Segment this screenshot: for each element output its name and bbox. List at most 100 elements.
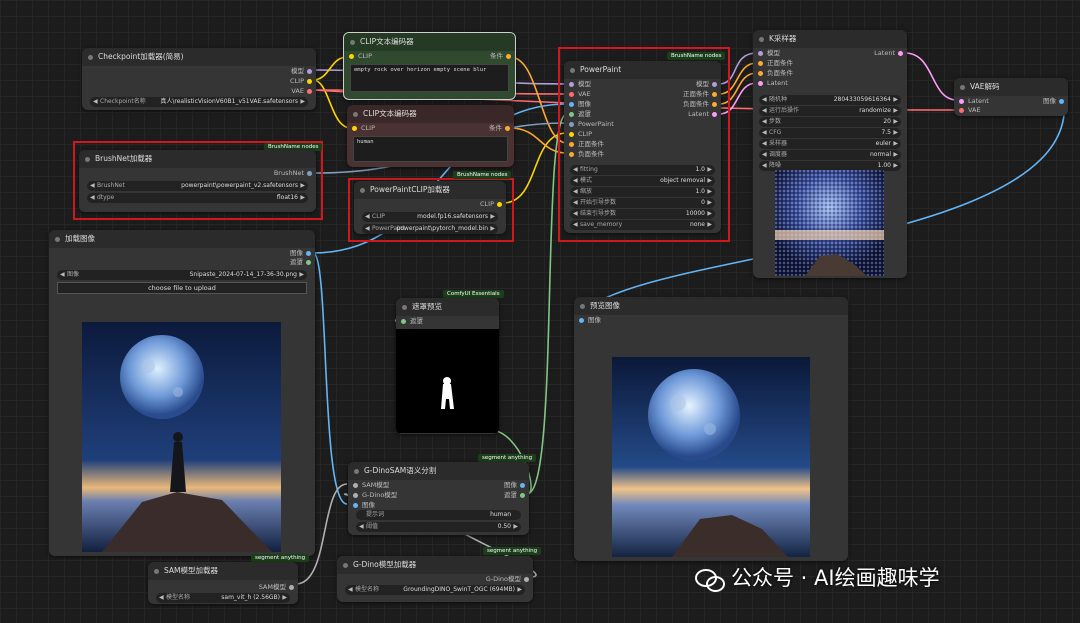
node-title[interactable]: 加载图像 (49, 230, 315, 248)
arrow-right-icon[interactable]: ▶ (893, 139, 898, 149)
socket-dot-icon[interactable] (520, 483, 525, 488)
collapse-dot-icon[interactable] (55, 237, 60, 242)
input-vae[interactable]: VAE (954, 105, 1068, 116)
arrow-left-icon[interactable]: ◀ (93, 97, 98, 107)
arrow-right-icon[interactable]: ▶ (300, 193, 305, 203)
output-3[interactable]: Latent (688, 109, 721, 120)
socket-dot-icon[interactable] (959, 99, 964, 104)
widget-缩放[interactable]: ◀ 缩放 1.0 ▶ (570, 187, 715, 197)
socket-dot-icon[interactable] (307, 69, 312, 74)
socket-dot-icon[interactable] (307, 79, 312, 84)
socket-dot-icon[interactable] (353, 483, 358, 488)
arrow-left-icon[interactable]: ◀ (60, 270, 65, 280)
sam-model-combo[interactable]: ◀ 模型名称 sam_vit_h (2.56GB) ▶ (156, 593, 290, 603)
arrow-left-icon[interactable]: ◀ (90, 193, 95, 203)
arrow-right-icon[interactable]: ▶ (513, 522, 518, 532)
arrow-right-icon[interactable]: ▶ (893, 95, 898, 105)
widget-模式[interactable]: ◀ 模式 object removal ▶ (570, 176, 715, 186)
arrow-right-icon[interactable]: ▶ (893, 150, 898, 160)
input-clip[interactable]: CLIP (344, 51, 372, 62)
arrow-right-icon[interactable]: ▶ (893, 161, 898, 171)
collapse-dot-icon[interactable] (759, 37, 764, 42)
arrow-right-icon[interactable]: ▶ (517, 585, 522, 595)
arrow-right-icon[interactable]: ▶ (490, 212, 495, 222)
arrow-right-icon[interactable]: ▶ (282, 593, 287, 603)
prompt-textarea[interactable]: empty rock over horizon empty scene blur (350, 64, 509, 92)
node-title[interactable]: 预览图像 (574, 297, 848, 315)
collapse-dot-icon[interactable] (360, 188, 365, 193)
collapse-dot-icon[interactable] (154, 569, 159, 574)
arrow-left-icon[interactable]: ◀ (359, 522, 364, 532)
socket-dot-icon[interactable] (579, 318, 584, 323)
prompt-textarea[interactable]: human (353, 136, 508, 162)
gdino-model-combo[interactable]: ◀ 模型名称 GroundingDINO_SwinT_OGC (694MB) ▶ (345, 585, 525, 595)
socket-dot-icon[interactable] (758, 71, 763, 76)
socket-dot-icon[interactable] (758, 51, 763, 56)
socket-dot-icon[interactable] (307, 171, 312, 176)
collapse-dot-icon[interactable] (354, 469, 359, 474)
sam-model-loader-node[interactable]: SAM模型加载器 SAM模型 ◀ 模型名称 sam_vit_h (2.56GB) ▶ (148, 562, 298, 604)
socket-dot-icon[interactable] (505, 126, 510, 131)
collapse-dot-icon[interactable] (580, 304, 585, 309)
socket-dot-icon[interactable] (898, 51, 903, 56)
arrow-left-icon[interactable]: ◀ (762, 150, 767, 160)
widget-步数[interactable]: ◀ 步数 20 ▶ (759, 117, 901, 127)
node-title[interactable]: PowerPaintCLIP加载器 (354, 181, 506, 199)
arrow-right-icon[interactable]: ▶ (299, 270, 304, 280)
clip-text-encode-positive-node[interactable]: CLIP文本编码器 CLIP 条件 empty rock over horizo… (343, 32, 516, 100)
collapse-dot-icon[interactable] (402, 305, 407, 310)
socket-dot-icon[interactable] (306, 260, 311, 265)
widget-结束引导步数[interactable]: ◀ 结束引导步数 10000 ▶ (570, 209, 715, 219)
node-title[interactable]: 遮罩预览 (396, 298, 499, 316)
arrow-left-icon[interactable]: ◀ (762, 106, 767, 116)
node-canvas[interactable]: Checkpoint加载器(简易) 模型 CLIP VAE ◀ Checkpoin… (0, 0, 1080, 623)
arrow-left-icon[interactable]: ◀ (762, 117, 767, 127)
output-mask[interactable]: 遮罩 (49, 257, 315, 268)
collapse-dot-icon[interactable] (350, 40, 355, 45)
output-conditioning[interactable]: 条件 (489, 123, 514, 134)
collapse-dot-icon[interactable] (353, 112, 358, 117)
node-title[interactable]: CLIP文本编码器 (344, 33, 515, 51)
socket-dot-icon[interactable] (524, 577, 529, 582)
socket-dot-icon[interactable] (758, 61, 763, 66)
arrow-right-icon[interactable]: ▶ (893, 106, 898, 116)
powerpaint-node[interactable]: PowerPaint 模型 VAE 图像 遮罩 PowerPaint CLIP 正面条件 负面… (564, 61, 721, 233)
socket-dot-icon[interactable] (712, 92, 717, 97)
node-title[interactable]: G-Dino模型加载器 (337, 556, 533, 574)
clip-text-encode-negative-node[interactable]: CLIP文本编码器 CLIP 条件 human (347, 105, 514, 167)
gdino-model-loader-node[interactable]: G-Dino模型加载器 G-Dino模型 ◀ 模型名称 GroundingDINO_… (337, 556, 533, 602)
arrow-left-icon[interactable]: ◀ (762, 95, 767, 105)
socket-dot-icon[interactable] (401, 319, 406, 324)
arrow-left-icon[interactable]: ◀ (365, 224, 370, 234)
arrow-right-icon[interactable]: ▶ (707, 220, 712, 230)
input-3[interactable]: Latent (753, 78, 788, 89)
collapse-dot-icon[interactable] (343, 563, 348, 568)
socket-dot-icon[interactable] (289, 585, 294, 590)
output-gdino-model[interactable]: G-Dino模型 (337, 574, 533, 585)
arrow-left-icon[interactable]: ◀ (365, 212, 370, 222)
ckpt-name-combo[interactable]: ◀ Checkpoint名称 真人\realisticVisionV60B1_v51… (90, 97, 308, 107)
arrow-right-icon[interactable]: ▶ (893, 117, 898, 127)
arrow-left-icon[interactable]: ◀ (90, 181, 95, 191)
arrow-left-icon[interactable]: ◀ (573, 209, 578, 219)
socket-dot-icon[interactable] (569, 122, 574, 127)
node-title[interactable]: CLIP文本编码器 (347, 105, 514, 123)
socket-dot-icon[interactable] (520, 493, 525, 498)
arrow-right-icon[interactable]: ▶ (707, 176, 712, 186)
socket-dot-icon[interactable] (353, 503, 358, 508)
preview-image-node[interactable]: 预览图像 图像 (574, 297, 848, 561)
powerpaint-combo[interactable]: ◀ PowerPaint powerpaint\pytorch_model.bin ▶ (362, 224, 498, 234)
arrow-left-icon[interactable]: ◀ (159, 593, 164, 603)
arrow-left-icon[interactable]: ◀ (762, 128, 767, 138)
arrow-right-icon[interactable]: ▶ (707, 198, 712, 208)
node-title[interactable]: SAM模型加载器 (148, 562, 298, 580)
node-title[interactable]: PowerPaint (564, 61, 721, 79)
socket-dot-icon[interactable] (712, 112, 717, 117)
image-file-combo[interactable]: ◀ 图像 Snipaste_2024-07-14_17-36-30.png ▶ (57, 270, 307, 280)
widget-开始引导步数[interactable]: ◀ 开始引导步数 0 ▶ (570, 198, 715, 208)
socket-dot-icon[interactable] (959, 108, 964, 113)
widget-运行后操作[interactable]: ◀ 运行后操作 randomize ▶ (759, 106, 901, 116)
arrow-right-icon[interactable]: ▶ (300, 97, 305, 107)
arrow-left-icon[interactable]: ◀ (762, 161, 767, 171)
output-conditioning[interactable]: 条件 (490, 51, 515, 62)
